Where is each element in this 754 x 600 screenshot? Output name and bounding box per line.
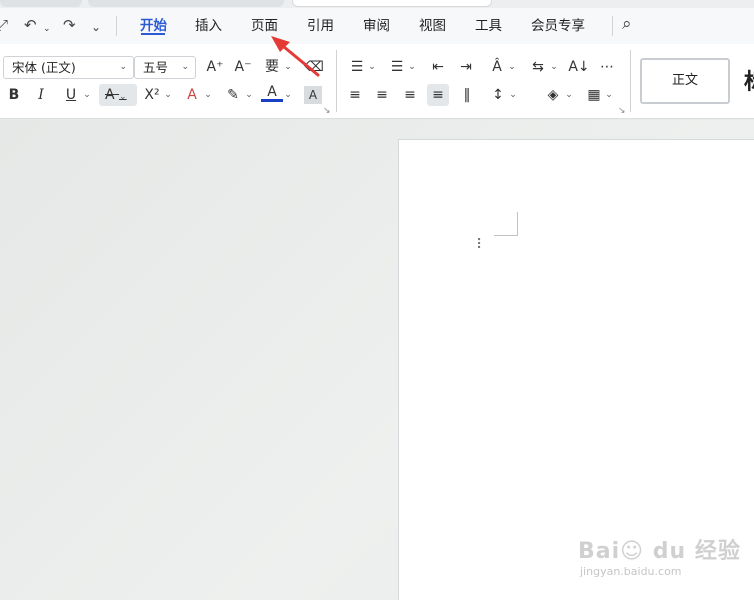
align-left-icon[interactable]: ≡ — [344, 84, 366, 106]
strikethrough-icon: A — [105, 87, 115, 103]
search-icon[interactable]: ⌕ — [622, 15, 632, 33]
ribbon-toolbar: 宋体 (正文) ⌄ 五号 ⌄ A⁺ A⁻ 要 ⌄ ⌫ B I U ⌄ A ⌄ X… — [0, 44, 754, 119]
distributed-align-icon[interactable]: ‖ — [456, 84, 478, 106]
chevron-down-icon[interactable]: ⌄ — [367, 56, 377, 78]
character-shading-icon[interactable]: A — [304, 86, 322, 104]
watermark-logo: Bai☺ du 经验 — [578, 539, 741, 564]
document-page[interactable] — [398, 139, 754, 600]
document-tab[interactable] — [88, 0, 284, 7]
tab-page[interactable]: 页面 — [251, 17, 278, 35]
chevron-down-icon: ⌄ — [119, 62, 127, 72]
tab-insert[interactable]: 插入 — [195, 17, 222, 35]
tab-tools[interactable]: 工具 — [475, 17, 502, 35]
undo-icon[interactable]: ↶ — [24, 16, 37, 34]
drag-handle-icon[interactable]: ⠇ — [476, 236, 486, 254]
font-dialog-launcher-icon[interactable]: ↘ — [323, 106, 331, 116]
paragraph-dialog-launcher-icon[interactable]: ↘ — [618, 106, 626, 116]
separator — [630, 50, 631, 112]
font-size-select[interactable]: 五号 ⌄ — [134, 56, 196, 79]
grow-font-icon[interactable]: A⁺ — [204, 56, 226, 78]
line-spacing-icon[interactable]: ↕ — [487, 84, 509, 106]
chevron-down-icon[interactable]: ⌄ — [163, 84, 173, 106]
chevron-down-icon[interactable]: ⌄ — [508, 84, 518, 106]
italic-button[interactable]: I — [30, 84, 52, 106]
font-color-icon[interactable]: A — [261, 82, 283, 102]
separator — [116, 16, 117, 36]
style-heading[interactable]: 标 — [744, 64, 754, 96]
tab-member[interactable]: 会员专享 — [531, 17, 585, 35]
separator — [336, 50, 337, 112]
show-marks-icon[interactable]: ⋯ — [596, 56, 618, 78]
tab-review[interactable]: 审阅 — [363, 17, 390, 35]
redo-icon[interactable]: ↷ — [63, 16, 76, 34]
customize-quick-access-icon[interactable]: ⌄ — [91, 18, 101, 36]
separator — [612, 16, 613, 36]
chevron-down-icon[interactable]: ⌄ — [82, 84, 92, 106]
text-effect-icon[interactable]: A — [181, 84, 203, 106]
bold-button[interactable]: B — [3, 84, 25, 106]
highlight-icon[interactable]: ✎ — [222, 84, 244, 106]
superscript-button[interactable]: X² — [142, 84, 162, 106]
borders-icon[interactable]: ▦ — [583, 84, 605, 106]
decrease-indent-icon[interactable]: ⇤ — [427, 56, 449, 78]
document-tab[interactable] — [0, 0, 82, 7]
chevron-down-icon[interactable]: ⌄ — [604, 84, 614, 106]
page-margin-mark — [494, 212, 518, 236]
strikethrough-button[interactable]: A ⌄ — [99, 84, 137, 106]
chevron-down-icon[interactable]: ⌄ — [549, 56, 559, 78]
chevron-down-icon[interactable]: ⌄ — [407, 56, 417, 78]
numbering-icon[interactable]: ☰ — [386, 56, 408, 78]
align-justify-icon[interactable]: ≡ — [427, 84, 449, 106]
align-right-icon[interactable]: ≡ — [399, 84, 421, 106]
phonetic-guide-icon[interactable]: 要 — [261, 56, 283, 78]
chevron-down-icon[interactable]: ⌄ — [507, 56, 517, 78]
align-center-icon[interactable]: ≡ — [371, 84, 393, 106]
tab-view[interactable]: 视图 — [419, 17, 446, 35]
chevron-down-icon[interactable]: ⌄ — [283, 84, 293, 106]
font-name-select[interactable]: 宋体 (正文) ⌄ — [3, 56, 134, 79]
style-normal[interactable]: 正文 — [640, 58, 730, 104]
underline-button[interactable]: U — [60, 84, 82, 106]
shrink-font-icon[interactable]: A⁻ — [232, 56, 254, 78]
tab-references[interactable]: 引用 — [307, 17, 334, 35]
chevron-down-icon: ⌄ — [181, 62, 189, 72]
text-direction-icon[interactable]: ⇆ — [527, 56, 549, 78]
font-size-value: 五号 — [143, 60, 169, 75]
watermark-url: jingyan.baidu.com — [580, 565, 682, 578]
menu-bar: ⤢ ↶ ⌄ ↷ ⌄ 开始 插入 页面 引用 审阅 视图 工具 会员专享 ⌕ — [0, 8, 754, 44]
chevron-down-icon[interactable]: ⌄ — [244, 84, 254, 106]
active-tab-indicator — [141, 33, 165, 35]
chevron-down-icon[interactable]: ⌄ — [203, 84, 213, 106]
clear-format-icon[interactable]: ⌫ — [303, 56, 325, 78]
paragraph-shading-icon[interactable]: ◈ — [542, 84, 564, 106]
undo-dropdown-icon[interactable]: ⌄ — [43, 20, 51, 38]
increase-indent-icon[interactable]: ⇥ — [455, 56, 477, 78]
chevron-down-icon[interactable]: ⌄ — [564, 84, 574, 106]
font-name-value: 宋体 (正文) — [12, 60, 76, 75]
character-spacing-icon[interactable]: Â — [486, 56, 508, 78]
document-tab-strip — [0, 0, 754, 8]
chevron-down-icon: ⌄ — [119, 92, 127, 102]
redo-partial-icon[interactable]: ⤢ — [0, 16, 8, 34]
document-tab-active[interactable] — [292, 0, 492, 7]
bullets-icon[interactable]: ☰ — [346, 56, 368, 78]
sort-icon[interactable]: A↓ — [568, 56, 590, 78]
chevron-down-icon[interactable]: ⌄ — [283, 56, 293, 78]
